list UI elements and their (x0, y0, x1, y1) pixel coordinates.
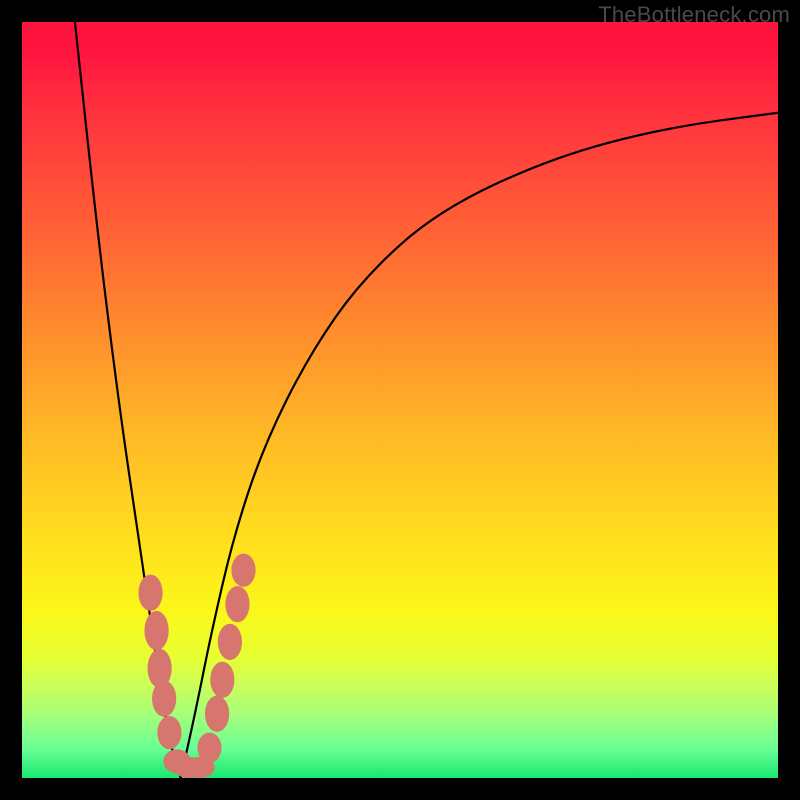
data-marker (144, 611, 168, 650)
data-marker (231, 553, 255, 586)
chart-svg (22, 22, 778, 778)
data-marker (225, 586, 249, 622)
data-marker (138, 575, 162, 611)
chart-plot-area (22, 22, 778, 778)
marker-group (138, 553, 255, 778)
data-marker (210, 662, 234, 698)
data-marker (152, 680, 176, 716)
chart-frame: TheBottleneck.com (0, 0, 800, 800)
data-marker (205, 696, 229, 732)
curve-right-branch (181, 113, 778, 778)
data-marker (157, 716, 181, 749)
data-marker (197, 733, 221, 763)
data-marker (218, 624, 242, 660)
watermark-text: TheBottleneck.com (598, 2, 790, 28)
